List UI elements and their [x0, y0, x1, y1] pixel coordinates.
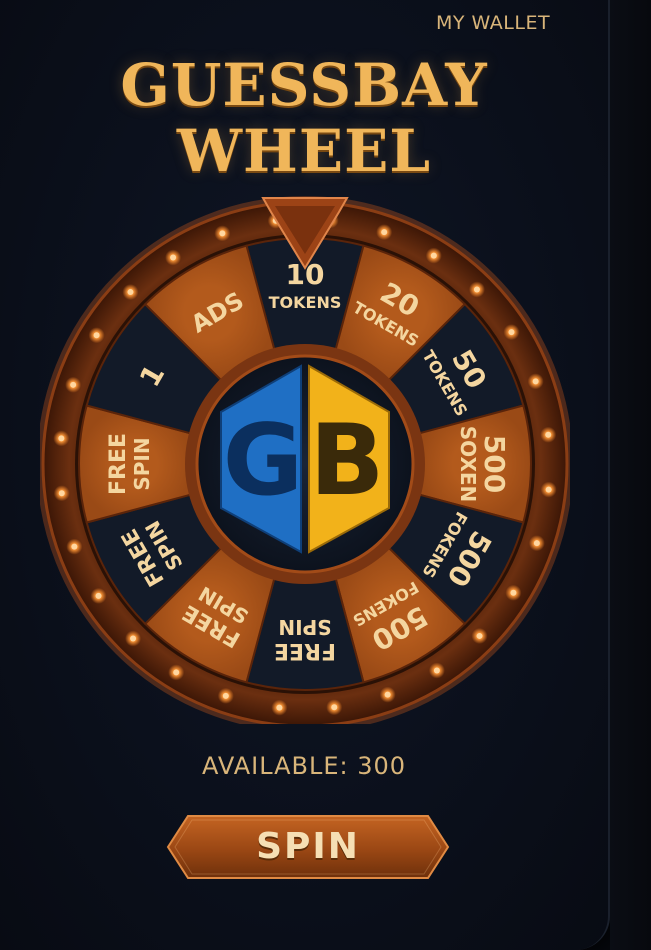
logo-letter-b: B — [310, 404, 385, 518]
rim-light-core — [533, 540, 540, 547]
rim-light-core — [545, 486, 552, 493]
rim-light-core — [532, 378, 539, 385]
background-strip — [610, 0, 651, 950]
rim-light-core — [127, 289, 134, 296]
title-line-2: WHEEL — [176, 117, 432, 185]
rim-light-core — [476, 632, 483, 639]
rim-light-core — [93, 332, 100, 339]
svg-text:500SOXEN: 500SOXEN — [456, 426, 511, 503]
available-balance: AVAILABLE: 300 — [201, 752, 407, 780]
wheel-segment-label: 500SOXEN — [456, 426, 511, 503]
spin-button[interactable]: SPIN — [166, 814, 450, 880]
rim-light-core — [95, 592, 102, 599]
rim-light-core — [331, 704, 338, 711]
rim-light-core — [130, 635, 137, 642]
my-wallet-link[interactable]: MY WALLET — [436, 12, 550, 34]
rim-light-core — [508, 329, 515, 336]
wheel-segment-label: FREESPIN — [106, 433, 154, 495]
rim-light-core — [430, 252, 437, 259]
rim-light-core — [473, 286, 480, 293]
title-line-1: GUESSBAY — [120, 51, 488, 119]
rim-light-core — [58, 490, 65, 497]
rim-light-core — [71, 543, 78, 550]
logo-letter-g: G — [223, 404, 303, 518]
rim-light-core — [433, 667, 440, 674]
rim-light-core — [219, 230, 226, 237]
spin-button-label: SPIN — [256, 826, 360, 867]
rim-light-core — [70, 381, 77, 388]
prize-wheel[interactable]: 10 TOKENS 20TOKENS 50TOKENS 500SOXEN 500FOKEN… — [40, 194, 570, 724]
wheel-graphic: 10 TOKENS 20TOKENS50TOKENS500SOXEN500FOKEN… — [40, 196, 570, 724]
rim-light-core — [222, 692, 229, 699]
rim-light-core — [510, 589, 517, 596]
rim-light-core — [173, 669, 180, 676]
rim-light-core — [276, 704, 283, 711]
page-title: GUESSBAY WHEEL — [0, 52, 608, 184]
rim-light-core — [58, 435, 65, 442]
wheel-segment-label: FREESPIN — [274, 615, 336, 663]
rim-light-core — [384, 691, 391, 698]
rim-light-core — [545, 431, 552, 438]
svg-text:FREESPIN: FREESPIN — [106, 433, 154, 495]
rim-light-core — [381, 229, 388, 236]
svg-text:FREESPIN: FREESPIN — [274, 615, 336, 663]
rim-light-core — [170, 254, 177, 261]
